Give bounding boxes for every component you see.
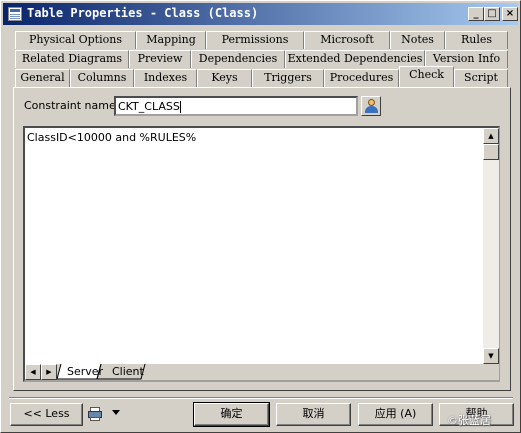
footer-separator [9, 397, 513, 399]
tab-keys[interactable]: Keys [197, 69, 252, 87]
editor-content: ClassID<10000 and %RULES% [27, 131, 197, 144]
window-title: Table Properties - Class (Class) [27, 6, 259, 20]
user-select-button[interactable] [361, 96, 381, 116]
maximize-button[interactable]: □ [484, 7, 500, 21]
tab-notes[interactable]: Notes [390, 31, 445, 49]
table-properties-dialog: Table Properties - Class (Class) _ □ × P… [0, 0, 521, 433]
tab-physical-options[interactable]: Physical Options [15, 31, 136, 49]
editor-tab-server[interactable]: Server [67, 364, 103, 380]
check-expression-editor[interactable]: ClassID<10000 and %RULES% ▲ ▼ ◀ ▶ Server… [23, 126, 500, 382]
watermark: ©张蓝居 [447, 414, 491, 427]
tab-rules[interactable]: Rules [445, 31, 508, 49]
user-icon-body [365, 106, 378, 113]
tab-check[interactable]: Check [399, 66, 454, 87]
constraint-name-label: Constraint name: [24, 99, 120, 112]
tab-preview[interactable]: Preview [129, 50, 191, 68]
property-tabs: Physical Options Mapping Permissions Mic… [15, 31, 511, 87]
scroll-right-button[interactable]: ▶ [41, 364, 57, 380]
vertical-scrollbar[interactable]: ▲ ▼ [483, 128, 499, 364]
close-button[interactable]: × [502, 7, 518, 21]
minimize-button[interactable]: _ [468, 7, 484, 21]
tab-triggers[interactable]: Triggers [252, 69, 324, 87]
cancel-button[interactable]: 取消 [276, 403, 351, 426]
printer-paper-out [90, 417, 100, 421]
apply-button[interactable]: 应用 (A) [358, 403, 433, 426]
tab-columns[interactable]: Columns [70, 69, 134, 87]
scroll-up-button[interactable]: ▲ [483, 128, 499, 144]
tab-related-diagrams[interactable]: Related Diagrams [15, 50, 129, 68]
scroll-left-button[interactable]: ◀ [25, 364, 41, 380]
printer-icon[interactable] [87, 405, 105, 423]
editor-tab-strip: ◀ ▶ Server Client [25, 364, 499, 380]
tab-indexes[interactable]: Indexes [134, 69, 197, 87]
editor-tab-client[interactable]: Client [112, 364, 144, 380]
title-bar[interactable]: Table Properties - Class (Class) _ □ × [3, 3, 518, 25]
table-icon [8, 7, 22, 21]
tab-procedures[interactable]: Procedures [324, 69, 399, 87]
print-dropdown-arrow-icon[interactable] [112, 410, 120, 415]
scroll-down-button[interactable]: ▼ [483, 348, 499, 364]
less-button[interactable]: << Less [10, 403, 83, 426]
user-icon [368, 99, 375, 106]
tab-dependencies[interactable]: Dependencies [191, 50, 285, 68]
ok-button[interactable]: 确定 [193, 402, 270, 427]
scroll-thumb[interactable] [483, 144, 499, 160]
tab-general[interactable]: General [15, 69, 70, 87]
constraint-name-input[interactable]: CKT_CLASS [114, 96, 358, 116]
tab-microsoft[interactable]: Microsoft [304, 31, 390, 49]
constraint-name-value: CKT_CLASS [118, 100, 180, 113]
tab-permissions[interactable]: Permissions [206, 31, 304, 49]
tab-mapping[interactable]: Mapping [136, 31, 206, 49]
tab-script[interactable]: Script [454, 69, 508, 87]
